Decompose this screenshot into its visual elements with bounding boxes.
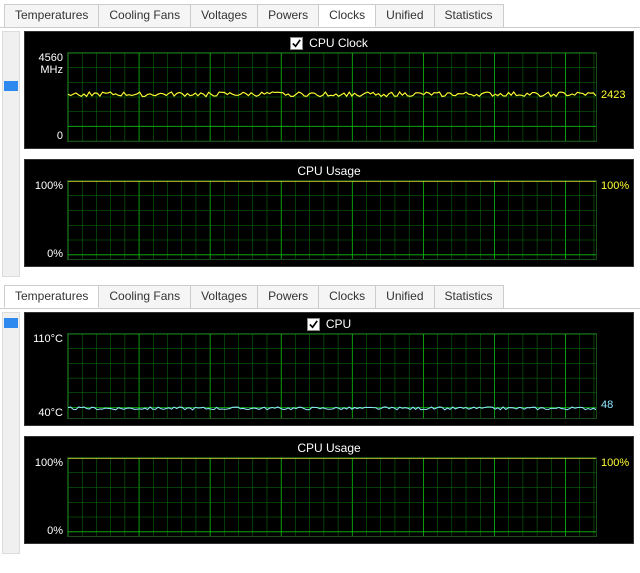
panel-body: CPU 110°C 40°C 48 CPU Usage 100% 0% 100% [0,308,640,558]
chart-title-row: CPU Usage [25,160,633,180]
y-min-label: 0% [47,525,63,537]
vertical-scrollbar[interactable] [2,31,20,277]
chart-block: CPU Usage 100% 0% 100% [24,436,634,544]
tab-powers[interactable]: Powers [257,285,319,308]
tab-voltages[interactable]: Voltages [190,4,258,27]
chart-title: CPU [326,317,351,331]
scroll-thumb[interactable] [4,318,18,328]
tab-cooling-fans[interactable]: Cooling Fans [98,4,191,27]
series-visibility-checkbox[interactable] [290,37,303,50]
current-value: 48 [597,333,629,419]
y-axis-labels: 100% 0% [29,457,67,537]
monitor-panel: TemperaturesCooling FansVoltagesPowersCl… [0,0,640,281]
monitor-panel: TemperaturesCooling FansVoltagesPowersCl… [0,281,640,558]
y-axis-labels: 110°C 40°C [29,333,67,419]
y-max-label: 100% [35,457,63,469]
tab-bar: TemperaturesCooling FansVoltagesPowersCl… [0,0,640,28]
y-min-label: 40°C [38,407,63,419]
chart-title-row: CPU Clock [25,32,633,52]
chart-block: CPU 110°C 40°C 48 [24,312,634,426]
vertical-scrollbar[interactable] [2,312,20,554]
plot-row: 100% 0% 100% [25,457,633,543]
current-value: 100% [597,457,629,537]
y-axis-labels: 4560MHz 0 [29,52,67,142]
chart-title-row: CPU [25,313,633,333]
tab-bar: TemperaturesCooling FansVoltagesPowersCl… [0,281,640,309]
chart-title: CPU Clock [309,36,368,50]
tab-cooling-fans[interactable]: Cooling Fans [98,285,191,308]
scroll-thumb[interactable] [4,81,18,91]
plot-row: 4560MHz 0 2423 [25,52,633,148]
tab-temperatures[interactable]: Temperatures [4,285,99,308]
charts-column: CPU Clock 4560MHz 0 2423 CPU Usage 100% 0% 100% [22,27,640,281]
chart-title: CPU Usage [297,441,360,455]
tab-clocks[interactable]: Clocks [318,285,376,308]
tab-clocks[interactable]: Clocks [318,4,376,27]
y-axis-labels: 100% 0% [29,180,67,260]
chart-block: CPU Clock 4560MHz 0 2423 [24,31,634,149]
plot-row: 110°C 40°C 48 [25,333,633,425]
tab-statistics[interactable]: Statistics [434,285,504,308]
y-unit-label: MHz [39,64,63,76]
tab-unified[interactable]: Unified [375,285,434,308]
tab-voltages[interactable]: Voltages [190,285,258,308]
y-max-label: 110°C [33,333,63,345]
chart-title-row: CPU Usage [25,437,633,457]
plot-area [67,52,597,142]
panel-body: CPU Clock 4560MHz 0 2423 CPU Usage 100% 0% 100% [0,27,640,281]
tab-temperatures[interactable]: Temperatures [4,4,99,27]
plot-area [67,180,597,260]
y-max-label: 4560 [39,52,63,64]
tab-powers[interactable]: Powers [257,4,319,27]
current-value: 100% [597,180,629,260]
y-min-label: 0% [47,248,63,260]
plot-area [67,333,597,419]
charts-column: CPU 110°C 40°C 48 CPU Usage 100% 0% 100% [22,308,640,558]
plot-row: 100% 0% 100% [25,180,633,266]
plot-area [67,457,597,537]
tab-unified[interactable]: Unified [375,4,434,27]
y-max-label: 100% [35,180,63,192]
tab-statistics[interactable]: Statistics [434,4,504,27]
y-min-label: 0 [57,130,63,142]
current-value: 2423 [597,52,629,142]
series-visibility-checkbox[interactable] [307,318,320,331]
chart-block: CPU Usage 100% 0% 100% [24,159,634,267]
chart-title: CPU Usage [297,164,360,178]
